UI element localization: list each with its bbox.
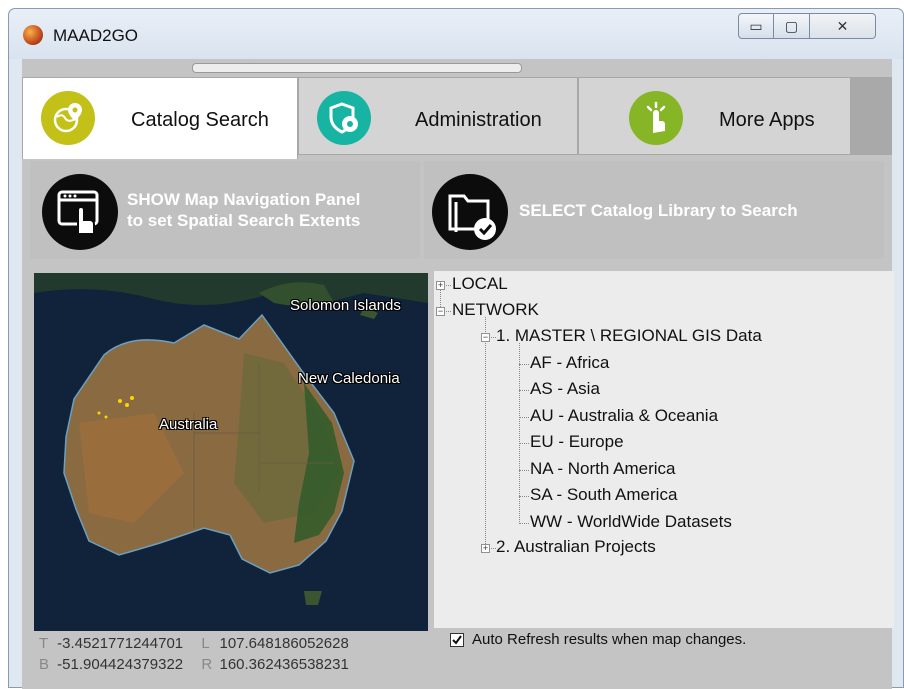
client-area: Catalog Search Administration More Apps … (22, 59, 894, 689)
map-image (34, 273, 428, 631)
tab-more-apps[interactable]: More Apps (578, 77, 851, 155)
tree-node-region[interactable]: EU - Europe (530, 432, 624, 452)
folder-check-icon (432, 174, 508, 250)
tree-node-region[interactable]: WW - WorldWide Datasets (530, 512, 732, 532)
tree-node-network[interactable]: NETWORK (452, 300, 539, 320)
close-button[interactable]: ✕ (810, 13, 876, 39)
minimize-button[interactable]: ▭ (738, 13, 774, 39)
tab-label: Catalog Search (131, 109, 269, 131)
minimize-icon: ▭ (749, 17, 763, 34)
tap-hand-icon (629, 91, 683, 145)
extent-row-bottom-right: B -51.904424379322 R 160.362436538231 (39, 656, 349, 673)
tree-connector (519, 470, 529, 471)
tree-node-region[interactable]: NA - North America (530, 459, 676, 479)
expand-local-icon[interactable]: + (436, 281, 445, 290)
maximize-button[interactable]: ▢ (774, 13, 810, 39)
catalog-tree[interactable]: + LOCAL − NETWORK − 1. MASTER \ REGIONAL… (434, 271, 894, 628)
auto-refresh-checkbox[interactable] (450, 632, 464, 647)
window-title: MAAD2GO (53, 26, 139, 45)
tab-strip-filler (851, 77, 892, 155)
tree-connector (519, 523, 529, 524)
app-window: MAAD2GO ▭ ▢ ✕ Catalog Search Administrat… (8, 8, 904, 689)
maximize-icon: ▢ (784, 17, 799, 34)
map-label-new-caledonia: New Caledonia (298, 370, 400, 387)
tree-node-local[interactable]: LOCAL (452, 274, 508, 294)
tab-label: More Apps (719, 109, 815, 131)
extent-bottom-key: B (39, 656, 50, 673)
map-label-solomon-islands: Solomon Islands (290, 297, 401, 314)
map-label-australia: Australia (159, 416, 218, 433)
navigation-line2: to set Spatial Search Extents (127, 211, 361, 230)
title-bar[interactable]: MAAD2GO ▭ ▢ ✕ (9, 9, 903, 59)
map-view[interactable]: Solomon Islands New Caledonia Australia (34, 273, 428, 631)
tree-connector (440, 289, 441, 307)
close-icon: ✕ (836, 17, 849, 34)
tab-catalog-search[interactable]: Catalog Search (22, 77, 298, 159)
shield-gear-icon (317, 91, 371, 145)
globe-pin-icon (41, 91, 95, 145)
tab-administration[interactable]: Administration (298, 77, 578, 155)
extent-top-value: -3.4521771244701 (57, 635, 184, 652)
extent-right-key: R (201, 656, 213, 673)
extent-left-value: 107.648186052628 (219, 635, 349, 652)
tree-connector (519, 390, 529, 391)
extent-left-key: L (201, 635, 210, 652)
tree-node-projects[interactable]: 2. Australian Projects (496, 537, 656, 557)
app-logo-icon (23, 25, 43, 45)
catalog-library-label: SELECT Catalog Library to Search (519, 201, 798, 220)
tree-connector (485, 317, 486, 548)
tree-connector (446, 285, 451, 286)
auto-refresh-label: Auto Refresh results when map changes. (472, 631, 747, 648)
navigation-line1: SHOW Map Navigation Panel (127, 190, 361, 209)
navigation-panel-text: SHOW Map Navigation Panel to set Spatial… (127, 189, 360, 231)
tree-connector (446, 311, 451, 312)
collapse-network-icon[interactable]: − (436, 307, 445, 316)
select-catalog-library-button[interactable]: SELECT Catalog Library to Search (424, 161, 884, 259)
show-navigation-panel-button[interactable]: SHOW Map Navigation Panel to set Spatial… (30, 161, 420, 259)
auto-refresh-option[interactable]: Auto Refresh results when map changes. (450, 631, 746, 648)
checkmark-icon (452, 634, 462, 645)
tree-connector (519, 443, 529, 444)
splitter-handle[interactable] (192, 63, 522, 73)
tree-node-region[interactable]: AF - Africa (530, 353, 609, 373)
extent-right-value: 160.362436538231 (219, 656, 349, 673)
tree-node-region[interactable]: AS - Asia (530, 379, 600, 399)
extent-row-top-left: T -3.4521771244701 L 107.648186052628 (39, 635, 349, 652)
tree-connector (519, 417, 529, 418)
tree-node-region[interactable]: AU - Australia & Oceania (530, 406, 718, 426)
tree-node-master[interactable]: 1. MASTER \ REGIONAL GIS Data (496, 326, 762, 346)
tree-connector (519, 364, 529, 365)
tree-connector (519, 496, 529, 497)
browser-hand-icon (42, 174, 118, 250)
collapse-master-icon[interactable]: − (481, 333, 490, 342)
extent-top-key: T (39, 635, 49, 652)
extent-bottom-value: -51.904424379322 (57, 656, 184, 673)
tab-label: Administration (415, 109, 542, 131)
tree-node-region[interactable]: SA - South America (530, 485, 677, 505)
expand-projects-icon[interactable]: + (481, 544, 490, 553)
